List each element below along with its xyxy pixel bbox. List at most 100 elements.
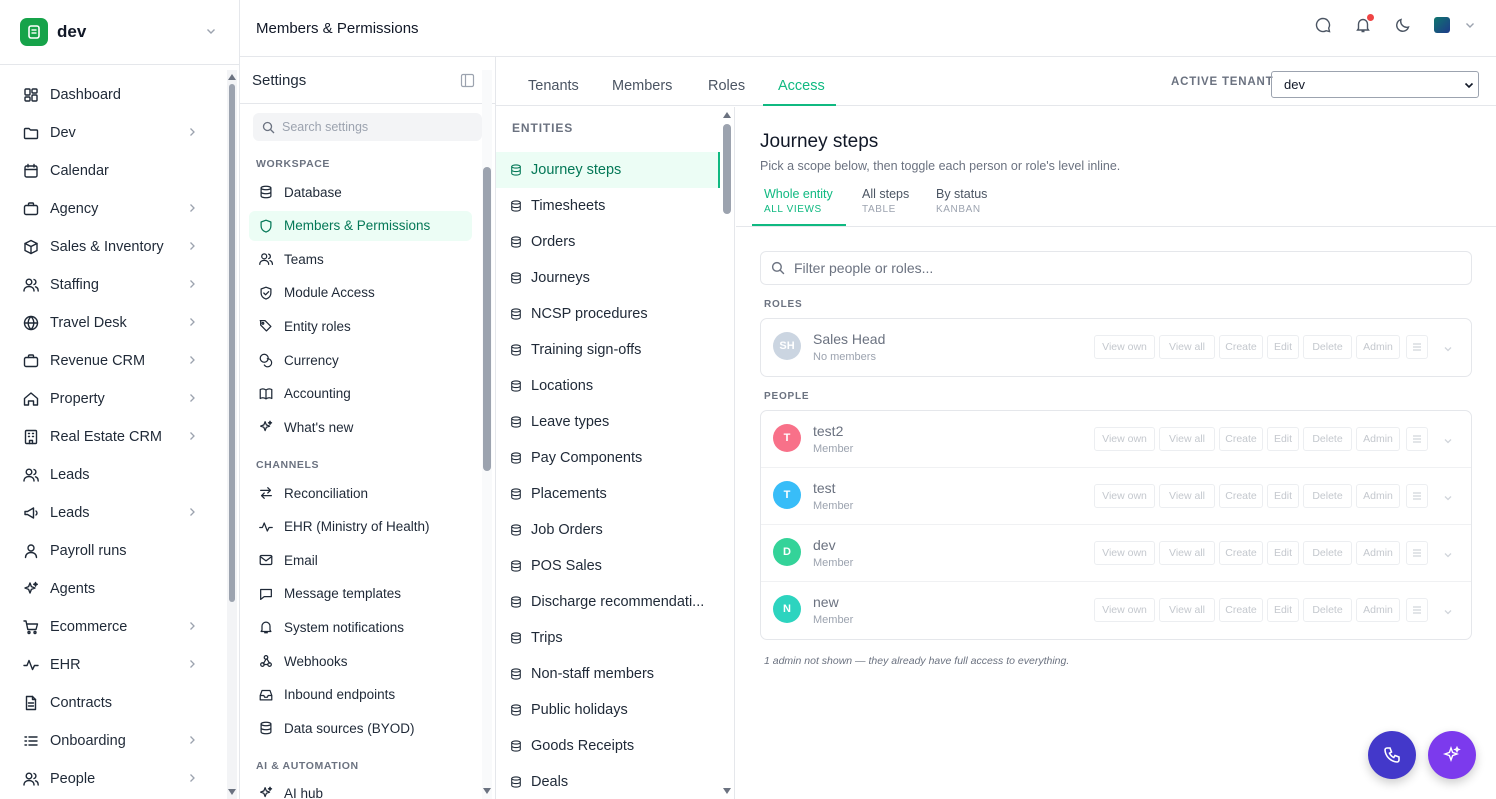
chevron-down-icon[interactable] [1443,550,1453,560]
panel-collapse-icon[interactable] [460,73,475,88]
nav-item-dev[interactable]: Dev [0,114,225,152]
nav-item-ecommerce[interactable]: Ecommerce [0,608,225,646]
entity-item-locations[interactable]: Locations [496,368,720,404]
settings-item-system-notifications[interactable]: System notifications [249,612,472,642]
perm-admin-button[interactable]: Admin [1356,598,1400,622]
settings-item-members-permissions[interactable]: Members & Permissions [249,210,472,241]
settings-item-module-access[interactable]: Module Access [249,278,472,308]
nav-item-dashboard[interactable]: Dashboard [0,76,225,114]
nav-item-onboarding[interactable]: Onboarding [0,722,225,760]
perm-delete-button[interactable]: Delete [1303,541,1352,565]
settings-scroll-thumb[interactable] [483,167,491,471]
perm-view-own-button[interactable]: View own [1094,598,1155,622]
entity-item-timesheets[interactable]: Timesheets [496,188,720,224]
nav-item-leads[interactable]: Leads [0,456,225,494]
more-options-button[interactable] [1406,484,1428,508]
chevron-down-icon[interactable] [1443,493,1453,503]
perm-delete-button[interactable]: Delete [1303,484,1352,508]
nav-item-people[interactable]: People [0,760,225,798]
perm-create-button[interactable]: Create [1219,335,1263,359]
entity-item-ncsp-procedures[interactable]: NCSP procedures [496,296,720,332]
scroll-down-icon[interactable] [723,788,731,794]
perm-edit-button[interactable]: Edit [1267,427,1299,451]
tenant-select[interactable]: dev [1271,71,1479,98]
perm-view-all-button[interactable]: View all [1159,427,1215,451]
entity-item-journey-steps[interactable]: Journey steps [496,152,720,188]
nav-item-calendar[interactable]: Calendar [0,152,225,190]
perm-admin-button[interactable]: Admin [1356,541,1400,565]
settings-item-teams[interactable]: Teams [249,244,472,274]
perm-admin-button[interactable]: Admin [1356,335,1400,359]
entity-item-training-sign-offs[interactable]: Training sign-offs [496,332,720,368]
entity-item-journeys[interactable]: Journeys [496,260,720,296]
entity-item-deals[interactable]: Deals [496,764,720,799]
chat-icon[interactable] [1314,16,1332,34]
workspace-switcher[interactable]: dev [0,0,239,65]
perm-admin-button[interactable]: Admin [1356,427,1400,451]
entity-item-pos-sales[interactable]: POS Sales [496,548,720,584]
view-tab-whole-entity[interactable]: Whole entity ALL VIEWS [764,187,833,215]
more-options-button[interactable] [1406,427,1428,451]
perm-view-own-button[interactable]: View own [1094,335,1155,359]
nav-item-property[interactable]: Property [0,380,225,418]
settings-search-input[interactable]: Search settings [253,113,482,141]
ai-assistant-button[interactable] [1428,731,1476,779]
more-options-button[interactable] [1406,541,1428,565]
perm-view-own-button[interactable]: View own [1094,427,1155,451]
entity-item-non-staff-members[interactable]: Non-staff members [496,656,720,692]
nav-item-real-estate-crm[interactable]: Real Estate CRM [0,418,225,456]
filter-people-input[interactable]: Filter people or roles... [760,251,1472,285]
perm-view-own-button[interactable]: View own [1094,541,1155,565]
nav-item-payroll-runs[interactable]: Payroll runs [0,532,225,570]
more-options-button[interactable] [1406,335,1428,359]
settings-item-ai-hub[interactable]: AI hub [249,778,472,799]
perm-create-button[interactable]: Create [1219,598,1263,622]
entity-item-pay-components[interactable]: Pay Components [496,440,720,476]
nav-item-travel-desk[interactable]: Travel Desk [0,304,225,342]
tab-roles[interactable]: Roles [708,78,745,94]
perm-delete-button[interactable]: Delete [1303,335,1352,359]
settings-item-data-sources-byod[interactable]: Data sources (BYOD) [249,713,472,743]
perm-view-all-button[interactable]: View all [1159,541,1215,565]
perm-edit-button[interactable]: Edit [1267,541,1299,565]
nav-item-sales-inventory[interactable]: Sales & Inventory [0,228,225,266]
perm-create-button[interactable]: Create [1219,427,1263,451]
settings-item-ehr-ministry-of-health[interactable]: EHR (Ministry of Health) [249,512,472,542]
settings-item-currency[interactable]: Currency [249,345,472,375]
chevron-down-icon[interactable] [1443,436,1453,446]
entity-item-job-orders[interactable]: Job Orders [496,512,720,548]
perm-create-button[interactable]: Create [1219,541,1263,565]
user-menu[interactable] [1434,17,1476,33]
settings-item-what-s-new[interactable]: What's new [249,412,472,442]
tab-tenants[interactable]: Tenants [528,78,579,94]
entity-item-leave-types[interactable]: Leave types [496,404,720,440]
perm-view-own-button[interactable]: View own [1094,484,1155,508]
call-button[interactable] [1368,731,1416,779]
perm-view-all-button[interactable]: View all [1159,598,1215,622]
settings-item-entity-roles[interactable]: Entity roles [249,311,472,341]
nav-item-contracts[interactable]: Contracts [0,684,225,722]
bell-icon[interactable] [1354,14,1374,34]
settings-item-message-templates[interactable]: Message templates [249,579,472,609]
perm-view-all-button[interactable]: View all [1159,484,1215,508]
scroll-down-icon[interactable] [483,788,491,794]
settings-item-database[interactable]: Database [249,177,472,207]
moon-icon[interactable] [1394,16,1412,34]
nav-item-agents[interactable]: Agents [0,570,225,608]
entity-item-public-holidays[interactable]: Public holidays [496,692,720,728]
view-tab-all-steps[interactable]: All steps TABLE [862,187,909,215]
perm-edit-button[interactable]: Edit [1267,335,1299,359]
nav-item-agency[interactable]: Agency [0,190,225,228]
chevron-down-icon[interactable] [1443,607,1453,617]
settings-item-email[interactable]: Email [249,545,472,575]
settings-item-accounting[interactable]: Accounting [249,379,472,409]
view-tab-by-status[interactable]: By status KANBAN [936,187,987,215]
entity-item-placements[interactable]: Placements [496,476,720,512]
more-options-button[interactable] [1406,598,1428,622]
perm-delete-button[interactable]: Delete [1303,427,1352,451]
nav-item-ehr[interactable]: EHR [0,646,225,684]
nav-item-revenue-crm[interactable]: Revenue CRM [0,342,225,380]
entity-item-discharge-recommendati[interactable]: Discharge recommendati... [496,584,720,620]
perm-create-button[interactable]: Create [1219,484,1263,508]
perm-admin-button[interactable]: Admin [1356,484,1400,508]
